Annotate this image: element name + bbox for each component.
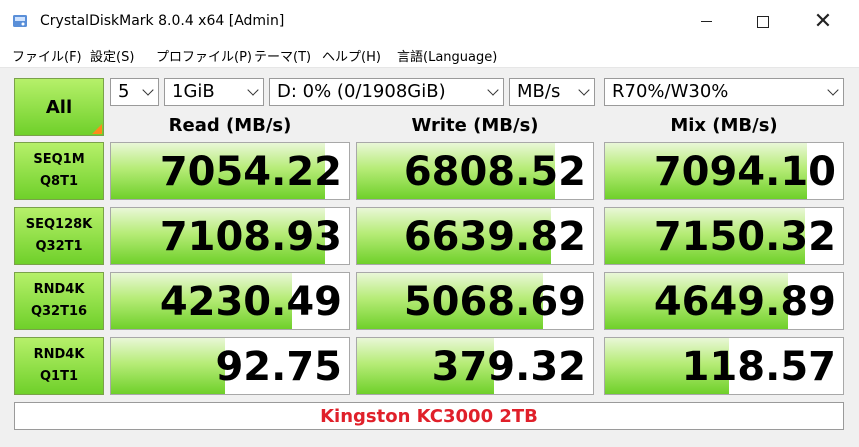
test-count-select[interactable]: 5 — [110, 78, 159, 106]
result-cell-mix: 7150.32 — [604, 207, 844, 265]
close-button[interactable]: ✕ — [800, 0, 846, 43]
result-value: 6808.52 — [403, 149, 586, 195]
result-value: 4649.89 — [653, 279, 836, 325]
test-size-select[interactable]: 1GiB — [164, 78, 264, 106]
result-cell-read: 92.75 — [110, 337, 350, 395]
result-cell-mix: 118.57 — [604, 337, 844, 395]
test-size-value: 1GiB — [172, 81, 215, 102]
window-title: CrystalDiskMark 8.0.4 x64 [Admin] — [40, 13, 285, 29]
result-value: 118.57 — [681, 344, 836, 390]
chevron-down-icon — [142, 84, 154, 96]
result-cell-write: 5068.69 — [356, 272, 594, 330]
menu-help[interactable]: ヘルプ(H) — [322, 46, 381, 65]
menu-profile[interactable]: プロファイル(P) — [156, 46, 252, 65]
test-button-rnd4k-q1t1[interactable]: RND4K Q1T1 — [14, 337, 104, 395]
menu-bar: ファイル(F) 設定(S) プロファイル(P) テーマ(T) ヘルプ(H) 言語… — [0, 43, 859, 68]
test-button-seq128k-q32t1[interactable]: SEQ128K Q32T1 — [14, 207, 104, 265]
result-cell-write: 6639.82 — [356, 207, 594, 265]
test-params: Q32T16 — [30, 304, 88, 319]
read-column-header: Read (MB/s) — [168, 115, 292, 136]
chevron-down-icon — [247, 84, 259, 96]
result-cell-read: 4230.49 — [110, 272, 350, 330]
minimize-button[interactable] — [683, 0, 729, 43]
test-params: Q32T1 — [35, 239, 83, 254]
result-value: 7150.32 — [653, 214, 836, 260]
corner-marker-icon — [92, 124, 102, 134]
result-cell-mix: 7094.10 — [604, 142, 844, 200]
result-value: 7094.10 — [653, 149, 836, 195]
result-value: 92.75 — [215, 344, 342, 390]
test-name: SEQ1M — [33, 152, 85, 167]
mix-ratio-select[interactable]: R70%/W30% — [604, 78, 844, 106]
chevron-down-icon — [578, 84, 590, 96]
test-name: SEQ128K — [25, 217, 93, 232]
maximize-button[interactable] — [740, 0, 786, 43]
comment-text: Kingston KC3000 2TB — [320, 405, 538, 427]
test-count-value: 5 — [118, 81, 130, 102]
drive-value: D: 0% (0/1908GiB) — [277, 81, 446, 102]
menu-file[interactable]: ファイル(F) — [12, 46, 82, 65]
result-cell-read: 7054.22 — [110, 142, 350, 200]
unit-select[interactable]: MB/s — [509, 78, 595, 106]
all-button-label: All — [45, 96, 73, 118]
result-cell-read: 7108.93 — [110, 207, 350, 265]
test-params: Q8T1 — [39, 174, 78, 189]
test-name: RND4K — [33, 282, 85, 297]
menu-theme[interactable]: テーマ(T) — [254, 46, 311, 65]
result-cell-write: 379.32 — [356, 337, 594, 395]
mix-ratio-value: R70%/W30% — [612, 81, 729, 102]
chevron-down-icon — [487, 84, 499, 96]
test-button-rnd4k-q32t16[interactable]: RND4K Q32T16 — [14, 272, 104, 330]
unit-value: MB/s — [517, 81, 561, 102]
title-bar: CrystalDiskMark 8.0.4 x64 [Admin] ✕ — [0, 0, 859, 43]
chevron-down-icon — [827, 84, 839, 96]
test-params: Q1T1 — [39, 369, 78, 384]
crystaldiskmark-app-icon — [13, 15, 27, 27]
result-value: 5068.69 — [403, 279, 586, 325]
mix-column-header: Mix (MB/s) — [670, 115, 778, 136]
close-icon: ✕ — [813, 9, 833, 34]
minimize-icon — [700, 21, 712, 22]
all-button[interactable]: All — [14, 78, 104, 136]
test-button-seq1m-q8t1[interactable]: SEQ1M Q8T1 — [14, 142, 104, 200]
result-value: 7108.93 — [159, 214, 342, 260]
write-column-header: Write (MB/s) — [411, 115, 539, 136]
menu-settings[interactable]: 設定(S) — [90, 46, 134, 65]
result-value: 4230.49 — [159, 279, 342, 325]
result-cell-mix: 4649.89 — [604, 272, 844, 330]
maximize-icon — [757, 15, 769, 28]
result-value: 6639.82 — [403, 214, 586, 260]
score-bar — [111, 338, 226, 394]
comment-field[interactable]: Kingston KC3000 2TB — [14, 402, 844, 430]
test-name: RND4K — [33, 347, 85, 362]
drive-select[interactable]: D: 0% (0/1908GiB) — [269, 78, 504, 106]
menu-language[interactable]: 言語(Language) — [397, 46, 497, 65]
result-cell-write: 6808.52 — [356, 142, 594, 200]
result-value: 7054.22 — [159, 149, 342, 195]
result-value: 379.32 — [431, 344, 586, 390]
